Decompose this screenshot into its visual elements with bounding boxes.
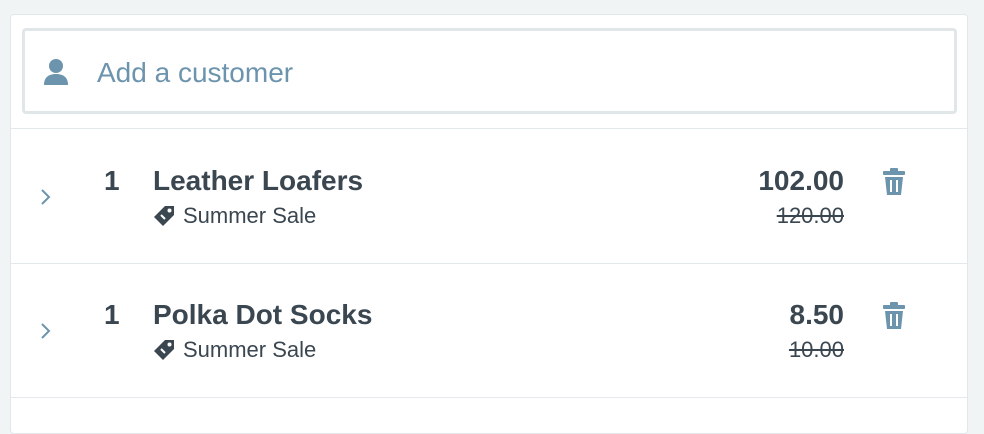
item-name: Leather Loafers — [153, 165, 364, 196]
item-quantity: 1 — [104, 299, 120, 330]
item-price: 102.00 — [758, 165, 844, 196]
add-customer-label: Add a customer — [97, 57, 294, 88]
tag-icon — [154, 340, 174, 360]
item-original-price: 120.00 — [776, 203, 844, 228]
chevron-right-icon[interactable] — [39, 321, 53, 341]
add-customer-button[interactable]: Add a customer — [22, 28, 957, 114]
line-item-row[interactable]: 1 Leather Loafers Summer Sale 102.00 120… — [11, 129, 967, 262]
discount-name: Summer Sale — [183, 203, 317, 228]
tag-icon — [154, 206, 174, 226]
discount-label: Summer Sale — [153, 203, 316, 229]
discount-name: Summer Sale — [183, 337, 317, 362]
line-item-row[interactable]: 1 Polka Dot Socks Summer Sale 8.50 10.00 — [11, 264, 967, 397]
item-name: Polka Dot Socks — [153, 299, 373, 330]
cart-panel: Add a customer 1 Leather Loafers Summer … — [10, 14, 968, 434]
trash-icon[interactable] — [881, 302, 907, 330]
user-icon — [44, 59, 68, 85]
trash-icon[interactable] — [881, 168, 907, 196]
discount-label: Summer Sale — [153, 337, 316, 363]
item-original-price: 10.00 — [788, 337, 844, 362]
divider — [11, 397, 967, 398]
item-quantity: 1 — [104, 165, 120, 196]
item-price: 8.50 — [789, 299, 845, 330]
chevron-right-icon[interactable] — [39, 187, 53, 207]
